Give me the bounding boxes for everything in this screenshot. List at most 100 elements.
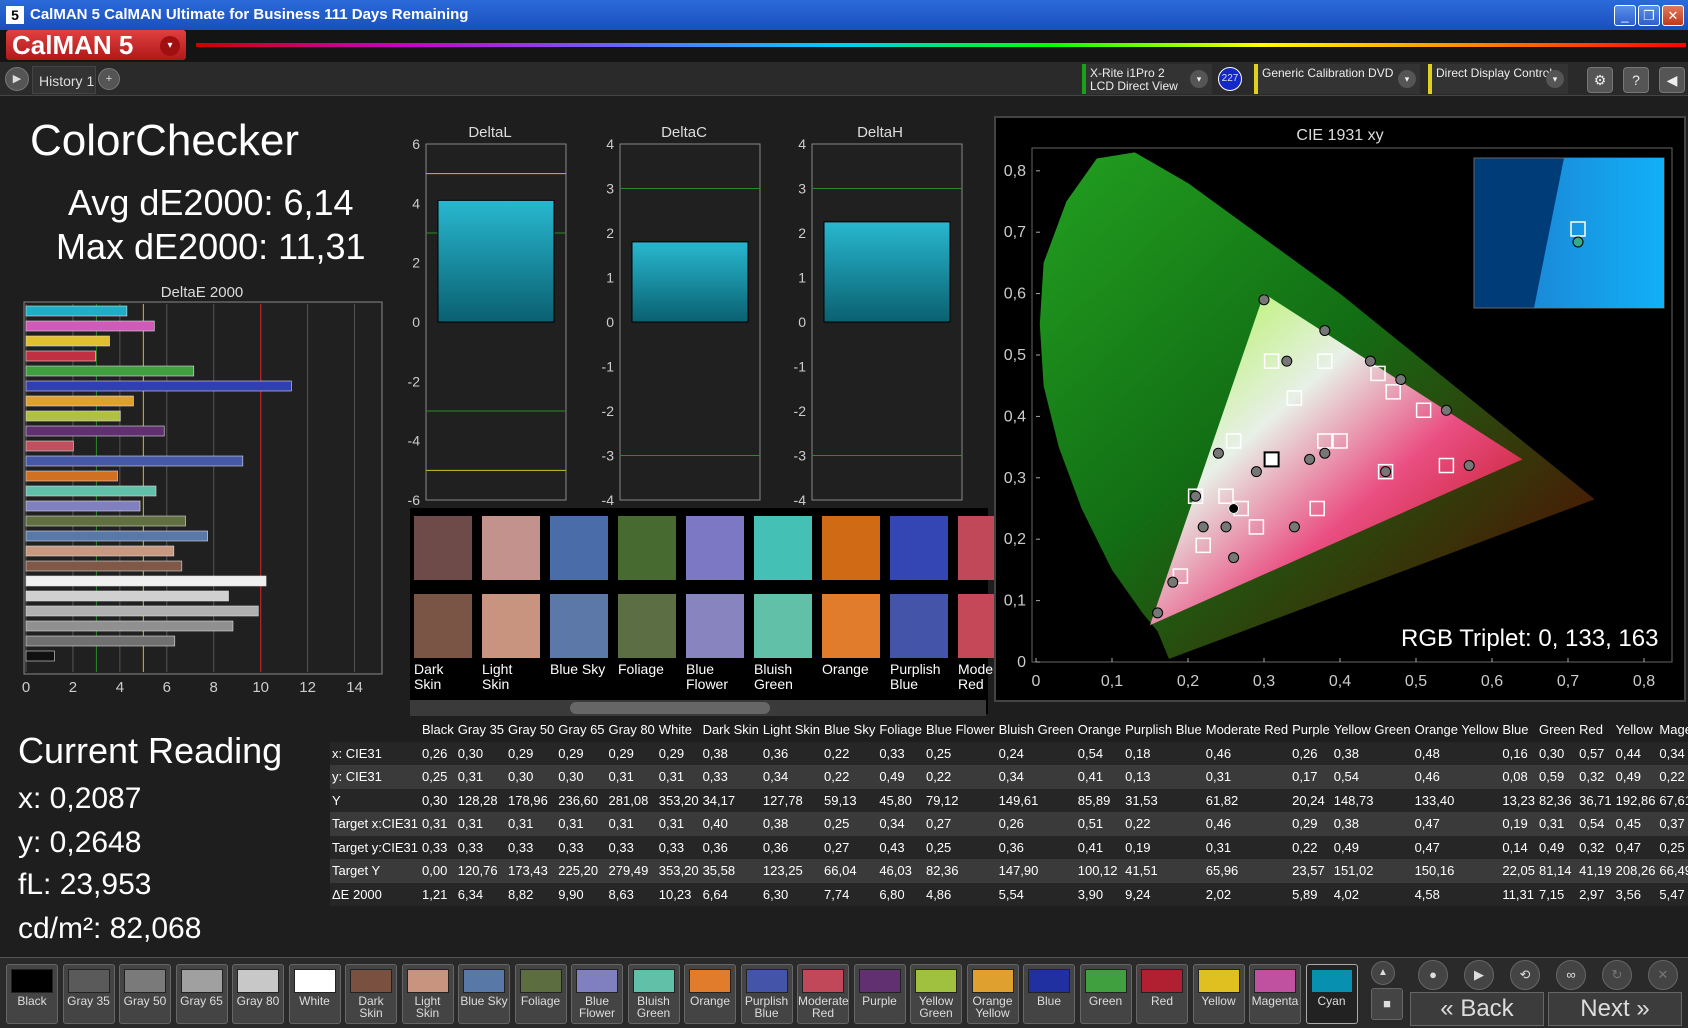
table-cell: 0,41 bbox=[1075, 835, 1124, 859]
measured-marker bbox=[1167, 576, 1179, 588]
repeat-icon[interactable]: ∞ bbox=[1556, 960, 1586, 990]
color-patch-button[interactable]: Blue bbox=[1023, 964, 1075, 1024]
color-patch-button[interactable]: Green bbox=[1079, 964, 1132, 1024]
max-de2000: Max dE2000: 11,31 bbox=[56, 226, 366, 267]
meter-selector[interactable]: X-Rite i1Pro 2 LCD Direct View ▾ bbox=[1082, 64, 1212, 94]
close-sequence-icon[interactable]: ✕ bbox=[1648, 960, 1678, 990]
table-cell: 0,26 bbox=[420, 741, 456, 765]
patch-label: Gray 50 bbox=[123, 994, 167, 1008]
meter-badge[interactable]: 227 bbox=[1218, 67, 1242, 91]
loop-icon[interactable]: ⟲ bbox=[1510, 960, 1540, 990]
window-title-bar: 5 CalMAN 5 CalMAN Ultimate for Business … bbox=[0, 0, 1688, 30]
chevron-down-icon[interactable]: ▾ bbox=[1398, 70, 1416, 88]
color-patch-button[interactable]: Blue Flower bbox=[571, 964, 623, 1024]
swatch-label: Dark Skin bbox=[414, 661, 444, 692]
y-tick-label: 6 bbox=[412, 136, 420, 152]
patch-label: Foliage bbox=[520, 994, 561, 1008]
source-name: Generic Calibration DVD bbox=[1262, 66, 1394, 80]
table-cell: 279,49 bbox=[606, 859, 657, 883]
current-marker bbox=[1228, 503, 1240, 514]
table-cell: 0,36 bbox=[760, 835, 823, 859]
table-cell: 0,31 bbox=[556, 812, 607, 836]
y-tick-label: -1 bbox=[794, 359, 807, 375]
color-patch-button[interactable]: Yellow Green bbox=[910, 964, 962, 1024]
table-cell: 178,96 bbox=[506, 788, 557, 812]
source-selector[interactable]: Generic Calibration DVD ▾ bbox=[1254, 64, 1420, 94]
color-patch-button[interactable]: Light Skin bbox=[401, 964, 454, 1024]
color-patch-button[interactable]: Blue Sky bbox=[458, 964, 510, 1024]
patch-color bbox=[1028, 969, 1070, 993]
patch-label: Dark Skin bbox=[358, 994, 384, 1020]
color-patch-button[interactable]: Orange Yellow bbox=[966, 964, 1019, 1024]
help-icon[interactable]: ? bbox=[1623, 67, 1649, 93]
close-button[interactable]: ✕ bbox=[1662, 5, 1684, 26]
column-header: Moderate Red bbox=[1203, 718, 1291, 742]
table-cell: 79,12 bbox=[923, 788, 997, 812]
color-patch-button[interactable]: Gray 50 bbox=[119, 964, 171, 1024]
maximize-button[interactable]: ❐ bbox=[1638, 5, 1660, 26]
color-patch-button[interactable]: Purplish Blue bbox=[740, 964, 793, 1024]
collapse-icon[interactable]: ◀ bbox=[1659, 67, 1685, 93]
record-icon[interactable]: ● bbox=[1418, 960, 1448, 990]
chevron-down-icon[interactable]: ▾ bbox=[160, 36, 180, 56]
color-patch-button[interactable]: Yellow bbox=[1192, 964, 1245, 1024]
table-cell: 0,38 bbox=[1331, 741, 1413, 765]
color-patch-button[interactable]: Cyan bbox=[1305, 964, 1358, 1024]
patch-color bbox=[237, 969, 279, 993]
table-cell: 0,44 bbox=[1613, 741, 1658, 765]
x-tick-label: 6 bbox=[163, 679, 171, 696]
y-tick-label: 1 bbox=[798, 270, 806, 286]
y-tick-label: -2 bbox=[408, 373, 421, 389]
horizontal-scrollbar[interactable] bbox=[410, 700, 986, 716]
color-patch-button[interactable]: Foliage bbox=[514, 964, 567, 1024]
color-patch-button[interactable]: Purple bbox=[853, 964, 906, 1024]
table-cell: 0,29 bbox=[606, 741, 657, 765]
color-patch-button[interactable]: Gray 65 bbox=[175, 964, 228, 1024]
color-patch-button[interactable]: Magenta bbox=[1249, 964, 1301, 1024]
color-patch-button[interactable]: Orange bbox=[684, 964, 736, 1024]
color-patch-button[interactable]: Black bbox=[6, 964, 58, 1024]
color-patch-button[interactable]: Gray 80 bbox=[232, 964, 284, 1024]
next-button[interactable]: Next » bbox=[1548, 992, 1682, 1026]
table-cell: 150,16 bbox=[1412, 859, 1501, 883]
table-cell: 41,51 bbox=[1123, 859, 1204, 883]
column-header: Black bbox=[420, 718, 456, 742]
play-icon[interactable]: ▶ bbox=[1464, 960, 1494, 990]
tab-history-1[interactable]: History 1 bbox=[32, 66, 96, 94]
color-patch-button[interactable]: Red bbox=[1136, 964, 1188, 1024]
deltae-bar bbox=[25, 425, 165, 437]
table-cell: 66,49 bbox=[1657, 859, 1688, 883]
table-cell: 0,13 bbox=[1123, 765, 1204, 789]
y-tick-label: 0 bbox=[798, 314, 806, 330]
x-tick-label: 0,4 bbox=[1329, 673, 1351, 690]
table-cell: 0,46 bbox=[1412, 765, 1501, 789]
add-tab-button[interactable]: + bbox=[98, 68, 120, 90]
gear-icon[interactable]: ⚙ bbox=[1587, 67, 1613, 93]
display-selector[interactable]: Direct Display Control ▾ bbox=[1428, 64, 1568, 94]
table-cell: 148,73 bbox=[1331, 788, 1413, 812]
column-header: Dark Skin bbox=[700, 718, 761, 742]
table-cell: 0,49 bbox=[1536, 835, 1578, 859]
chevron-down-icon[interactable]: ▾ bbox=[1190, 70, 1208, 88]
table-cell: 0,32 bbox=[1577, 765, 1614, 789]
minimize-button[interactable]: _ bbox=[1614, 5, 1636, 26]
color-patch-button[interactable]: Gray 35 bbox=[62, 964, 115, 1024]
patch-color bbox=[463, 969, 505, 993]
color-patch-button[interactable]: Moderate Red bbox=[797, 964, 849, 1024]
scrollbar-thumb[interactable] bbox=[570, 702, 770, 714]
up-icon[interactable]: ▲ bbox=[1371, 961, 1395, 985]
table-cell: 0,33 bbox=[556, 835, 607, 859]
color-patch-button[interactable]: White bbox=[288, 964, 341, 1024]
table-row: Target Y 0,00 120,76 173,43 225,20 279,49 353,… bbox=[330, 859, 1688, 883]
color-patch-button[interactable]: Bluish Green bbox=[627, 964, 680, 1024]
play-icon[interactable]: ▶ bbox=[5, 67, 29, 91]
stop-icon[interactable]: ■ bbox=[1371, 988, 1403, 1020]
chevron-down-icon[interactable]: ▾ bbox=[1546, 70, 1564, 88]
refresh-icon[interactable]: ↻ bbox=[1602, 960, 1632, 990]
calman-menu-button[interactable]: CalMAN 5 bbox=[6, 30, 186, 60]
color-patch-button[interactable]: Dark Skin bbox=[345, 964, 397, 1024]
back-button[interactable]: « Back bbox=[1410, 992, 1544, 1026]
table-cell: 0,34 bbox=[877, 812, 924, 836]
back-label: Back bbox=[1460, 995, 1514, 1022]
measured-marker bbox=[1228, 552, 1240, 564]
